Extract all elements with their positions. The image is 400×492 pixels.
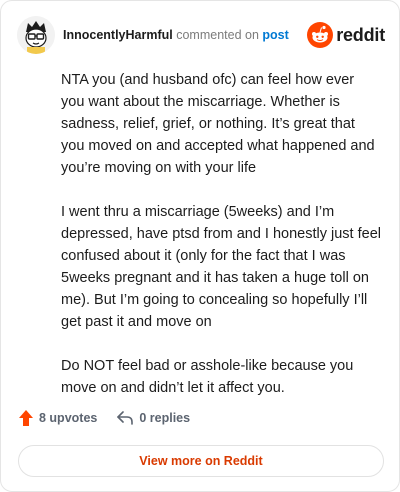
upvote-button[interactable]: 8 upvotes bbox=[19, 410, 97, 426]
comment-header: InnocentlyHarmful commented on post redd… bbox=[17, 15, 385, 55]
upvote-count: 8 upvotes bbox=[39, 411, 98, 425]
comment-actions: 8 upvotes 0 replies bbox=[19, 410, 190, 426]
reddit-logo[interactable]: reddit bbox=[307, 22, 385, 48]
reply-arrow-icon bbox=[117, 411, 134, 425]
comment-paragraph: Do NOT feel bad or asshole-like because … bbox=[61, 358, 354, 396]
comment-paragraph: I went thru a miscarriage (5weeks) and I… bbox=[61, 204, 381, 330]
comment-paragraph: NTA you (and husband ofc) can feel how e… bbox=[61, 72, 375, 176]
reddit-snoo-icon bbox=[307, 22, 334, 48]
avatar-icon bbox=[17, 16, 55, 54]
post-link[interactable]: post bbox=[262, 28, 288, 42]
username-link[interactable]: InnocentlyHarmful bbox=[63, 28, 173, 42]
reply-count: 0 replies bbox=[139, 411, 191, 425]
replies-button[interactable]: 0 replies bbox=[117, 411, 190, 425]
comment-embed-card: InnocentlyHarmful commented on post redd… bbox=[0, 0, 400, 492]
upvote-arrow-icon bbox=[19, 410, 33, 426]
comment-meta: InnocentlyHarmful commented on post bbox=[63, 28, 307, 42]
action-text: commented on bbox=[176, 28, 259, 42]
reddit-wordmark: reddit bbox=[336, 24, 385, 45]
comment-body: NTA you (and husband ofc) can feel how e… bbox=[61, 69, 381, 421]
view-more-button[interactable]: View more on Reddit bbox=[18, 445, 384, 477]
avatar[interactable] bbox=[17, 16, 55, 54]
